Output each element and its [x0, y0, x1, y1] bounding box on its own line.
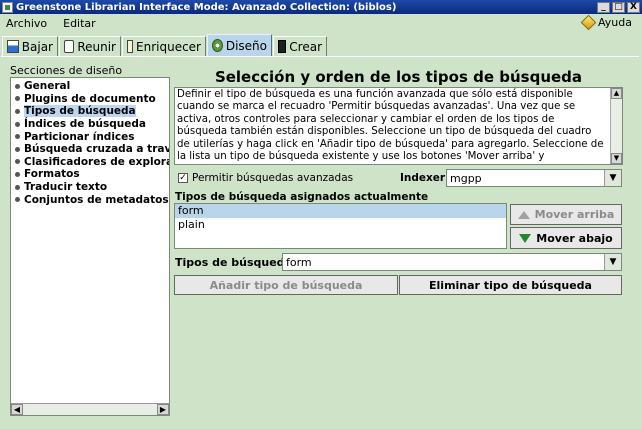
- tab-strip: Bajar Reunir Enriquecer Diseño Crear: [0, 34, 642, 56]
- sections-title: Secciones de diseño: [10, 64, 123, 77]
- tab-diseno[interactable]: Diseño: [207, 34, 272, 56]
- bullet-icon: [15, 184, 20, 190]
- tab-label: Reunir: [77, 39, 116, 54]
- search-type-value: form: [286, 256, 312, 269]
- tab-bajar[interactable]: Bajar: [2, 36, 58, 56]
- section-translate[interactable]: Traducir texto: [11, 181, 169, 194]
- section-general[interactable]: General: [11, 80, 169, 93]
- move-up-label: Mover arriba: [534, 208, 615, 221]
- minimize-button[interactable]: _: [597, 1, 610, 13]
- tab-enriquecer[interactable]: Enriquecer: [122, 36, 206, 56]
- scroll-left-icon[interactable]: ◀: [11, 404, 23, 415]
- scroll-up-icon[interactable]: ▲: [611, 88, 622, 99]
- app-icon: [2, 1, 13, 13]
- window-title: Greenstone Librarian Interface Mode: Ava…: [16, 1, 397, 13]
- indexer-select[interactable]: mgpp ▼: [446, 169, 622, 187]
- section-metadata-sets[interactable]: Conjuntos de metadatos: [11, 193, 169, 206]
- section-search-types[interactable]: Tipos de búsqueda: [11, 105, 169, 118]
- menu-archivo[interactable]: Archivo: [0, 17, 57, 30]
- move-down-button[interactable]: Mover abajo: [510, 227, 622, 249]
- help-icon: [580, 14, 597, 31]
- sections-horizontal-scrollbar[interactable]: ◀ ▶: [11, 403, 169, 415]
- maximize-button[interactable]: □: [612, 1, 625, 13]
- tab-label: Diseño: [225, 38, 267, 53]
- section-cross-collection[interactable]: Búsqueda cruzada a través: [11, 143, 169, 156]
- down-arrow-icon: [519, 233, 532, 243]
- advanced-searches-checkbox[interactable]: ✓: [178, 173, 188, 183]
- indexer-value: mgpp: [450, 172, 482, 185]
- tab-reunir[interactable]: Reunir: [59, 36, 121, 56]
- scroll-right-icon[interactable]: ▶: [157, 404, 169, 415]
- assigned-types-list[interactable]: form plain: [174, 203, 507, 249]
- description-vertical-scrollbar[interactable]: ▲ ▼: [610, 88, 622, 164]
- section-search-indexes[interactable]: Índices de búsqueda: [11, 118, 169, 131]
- design-gear-icon: [212, 39, 223, 52]
- tab-label: Enriquecer: [136, 39, 201, 54]
- page-title: Selección y orden de los tipos de búsque…: [214, 68, 583, 86]
- help-button[interactable]: Ayuda: [580, 14, 632, 31]
- tab-crear[interactable]: Crear: [273, 36, 327, 56]
- window-title-bar: Greenstone Librarian Interface Mode: Ava…: [0, 0, 642, 14]
- close-button[interactable]: X: [627, 1, 640, 13]
- bullet-icon: [15, 108, 20, 114]
- tab-label: Bajar: [21, 39, 53, 54]
- add-search-type-button[interactable]: Añadir tipo de búsqueda: [174, 275, 398, 295]
- move-down-label: Mover abajo: [536, 231, 613, 245]
- move-up-button[interactable]: Mover arriba: [510, 204, 622, 225]
- remove-search-type-button[interactable]: Eliminar tipo de búsqueda: [399, 275, 622, 295]
- assigned-types-label: Tipos de búsqueda asignados actualmente: [175, 191, 429, 203]
- gather-icon: [64, 40, 75, 53]
- download-icon: [7, 40, 19, 53]
- scroll-down-icon[interactable]: ▼: [611, 153, 622, 164]
- description-text: Definir el tipo de búsqueda es una funci…: [177, 89, 604, 163]
- section-plugins[interactable]: Plugins de documento: [11, 93, 169, 106]
- create-icon: [278, 40, 287, 53]
- search-type-select[interactable]: form ▼: [282, 253, 622, 271]
- list-item[interactable]: form: [175, 204, 506, 218]
- section-partition-indexes[interactable]: Particionar índices: [11, 130, 169, 143]
- indexer-label: Indexer:: [400, 172, 450, 184]
- search-types-label: Tipos de búsqueda:: [175, 256, 297, 269]
- help-label: Ayuda: [598, 16, 632, 29]
- bullet-icon: [15, 83, 20, 89]
- bullet-icon: [15, 197, 20, 203]
- advanced-searches-label: Permitir búsquedas avanzadas: [192, 172, 354, 184]
- bullet-icon: [15, 171, 20, 177]
- list-item[interactable]: plain: [175, 218, 506, 232]
- menu-editar[interactable]: Editar: [57, 17, 106, 30]
- bullet-icon: [15, 96, 20, 102]
- section-classifiers[interactable]: Clasificadores de exploraci: [11, 156, 169, 169]
- bullet-icon: [15, 121, 20, 127]
- enrich-icon: [127, 40, 134, 53]
- chevron-down-icon[interactable]: ▼: [604, 170, 621, 186]
- section-formats[interactable]: Formatos: [11, 168, 169, 181]
- tab-label: Crear: [289, 39, 322, 54]
- sections-list: General Plugins de documento Tipos de bú…: [10, 77, 170, 416]
- bullet-icon: [15, 134, 20, 140]
- bullet-icon: [15, 159, 20, 165]
- description-textarea[interactable]: Definir el tipo de búsqueda es una funci…: [174, 87, 623, 165]
- chevron-down-icon[interactable]: ▼: [604, 254, 621, 270]
- advanced-searches-toggle[interactable]: ✓ Permitir búsquedas avanzadas: [178, 172, 353, 184]
- bullet-icon: [15, 146, 20, 152]
- up-arrow-icon: [517, 210, 530, 219]
- menu-bar: Archivo Editar Ayuda: [0, 14, 642, 33]
